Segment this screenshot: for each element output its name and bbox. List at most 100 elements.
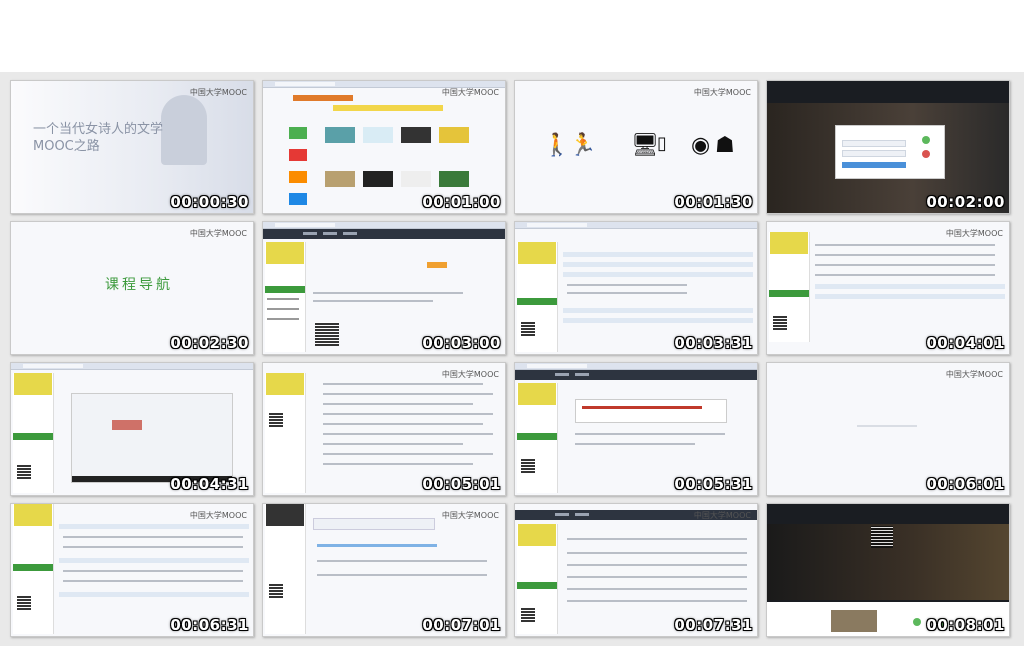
banner (333, 105, 443, 111)
people-icon: 🚶 (543, 133, 571, 158)
thumbnail-8[interactable]: 中国大学MOOC 00:04:01 (766, 221, 1010, 355)
contact-sheet: 一个当代女诗人的文学MOOC之路 中国大学MOOC 00:00:30 中国大学M… (0, 72, 1024, 646)
thumbnail-7[interactable]: 00:03:31 (514, 221, 758, 355)
course-tile[interactable] (289, 127, 307, 139)
course-tile[interactable] (325, 127, 355, 143)
thumbnail-12[interactable]: 中国大学MOOC 00:06:01 (766, 362, 1010, 496)
sidebar (265, 504, 306, 634)
qr-code (521, 459, 535, 473)
timestamp: 00:05:01 (422, 475, 501, 493)
watermark-logo: 中国大学MOOC (441, 370, 499, 379)
timestamp: 00:01:00 (422, 193, 501, 211)
sidebar (265, 373, 306, 493)
course-card[interactable] (831, 610, 877, 632)
watermark-logo: 中国大学MOOC (441, 88, 499, 97)
browser-chrome (515, 222, 757, 229)
thumbnail-14[interactable]: 中国大学MOOC 00:07:01 (262, 503, 506, 637)
thumbnail-6[interactable]: 00:03:00 (262, 221, 506, 355)
thumbnail-9[interactable]: 00:04:31 (10, 362, 254, 496)
weibo-icon: ◉ (691, 133, 711, 158)
qr-code (269, 413, 283, 427)
thumbnail-3[interactable]: 🚶 🏃 🖥 ▯ ◉ ☗ 中国大学MOOC 00:01:30 (514, 80, 758, 214)
timestamp: 00:02:00 (926, 193, 1005, 211)
sidebar-item-active[interactable] (517, 298, 557, 305)
course-logo (518, 524, 556, 546)
thumbnail-4[interactable]: 00:02:00 (766, 80, 1010, 214)
timestamp: 00:07:31 (674, 616, 753, 634)
username-field[interactable] (842, 140, 906, 147)
course-tile[interactable] (325, 171, 355, 187)
timestamp: 00:06:31 (170, 616, 249, 634)
video-player[interactable] (71, 393, 233, 483)
timestamp: 00:04:01 (926, 334, 1005, 352)
thumbnail-10[interactable]: 中国大学MOOC 00:05:01 (262, 362, 506, 496)
thumbnail-16[interactable]: 00:08:01 (766, 503, 1010, 637)
phone-icon: ▯ (657, 133, 667, 154)
top-margin (0, 0, 1024, 72)
course-tile[interactable] (401, 127, 431, 143)
sidebar (265, 242, 306, 352)
course-tile[interactable] (289, 171, 307, 183)
forum-post[interactable] (575, 399, 727, 423)
thumbnail-5[interactable]: 课程导航 中国大学MOOC 00:02:30 (10, 221, 254, 355)
qr-code (315, 322, 339, 346)
learner-icon: 🏃 (569, 133, 597, 158)
enroll-button[interactable] (427, 262, 447, 268)
course-logo (518, 242, 556, 264)
sidebar-item-active[interactable] (13, 433, 53, 440)
site-logo (293, 95, 353, 101)
slide-title: 课程导航 (105, 277, 173, 293)
top-nav (515, 370, 757, 380)
timestamp: 00:00:30 (170, 193, 249, 211)
course-tile[interactable] (401, 171, 431, 187)
sidebar-item-active[interactable] (265, 286, 305, 293)
sidebar (13, 373, 54, 493)
sidebar-item-active[interactable] (517, 582, 557, 589)
qr-code (521, 608, 535, 622)
progress-track (317, 544, 437, 547)
course-tile[interactable] (289, 149, 307, 161)
course-tile[interactable] (363, 127, 393, 143)
sidebar-item-active[interactable] (517, 433, 557, 440)
sidebar (517, 383, 558, 493)
course-tile[interactable] (439, 127, 469, 143)
browser-chrome (263, 222, 505, 229)
thumbnail-13[interactable]: 中国大学MOOC 00:06:31 (10, 503, 254, 637)
login-button[interactable] (842, 162, 906, 168)
timestamp: 00:04:31 (170, 475, 249, 493)
thumbnail-11[interactable]: 00:05:31 (514, 362, 758, 496)
watermark-logo: 中国大学MOOC (189, 511, 247, 520)
thumbnail-2[interactable]: 中国大学MOOC 00:01:00 (262, 80, 506, 214)
course-tile[interactable] (363, 171, 393, 187)
sidebar-item-active[interactable] (769, 290, 809, 297)
browser-chrome (515, 363, 757, 370)
watermark-logo: 中国大学MOOC (189, 88, 247, 97)
course-logo (266, 373, 304, 395)
thumbnail-1[interactable]: 一个当代女诗人的文学MOOC之路 中国大学MOOC 00:00:30 (10, 80, 254, 214)
weibo-icon[interactable] (922, 150, 930, 158)
watermark-logo: 中国大学MOOC (189, 229, 247, 238)
timestamp: 00:08:01 (926, 616, 1005, 634)
login-dialog[interactable] (835, 125, 945, 179)
video-slide-graphic (112, 420, 142, 430)
wechat-icon[interactable] (922, 136, 930, 144)
course-tile[interactable] (439, 171, 469, 187)
qr-code (17, 465, 31, 479)
course-logo (518, 383, 556, 405)
browser-chrome (11, 363, 253, 370)
thumbnail-15[interactable]: 中国大学MOOC 00:07:31 (514, 503, 758, 637)
timestamp: 00:02:30 (170, 334, 249, 352)
timestamp: 00:01:30 (674, 193, 753, 211)
timestamp: 00:03:00 (422, 334, 501, 352)
presenter-photo (161, 95, 207, 165)
header-card (313, 518, 435, 530)
password-field[interactable] (842, 150, 906, 157)
sidebar-item-active[interactable] (13, 564, 53, 571)
course-logo (266, 504, 304, 526)
qr-code (269, 584, 283, 598)
computer-icon: 🖥 (631, 133, 659, 158)
sidebar (13, 504, 54, 634)
qq-icon: ☗ (715, 133, 735, 158)
badge-icon (913, 618, 921, 626)
course-tile[interactable] (289, 193, 307, 205)
